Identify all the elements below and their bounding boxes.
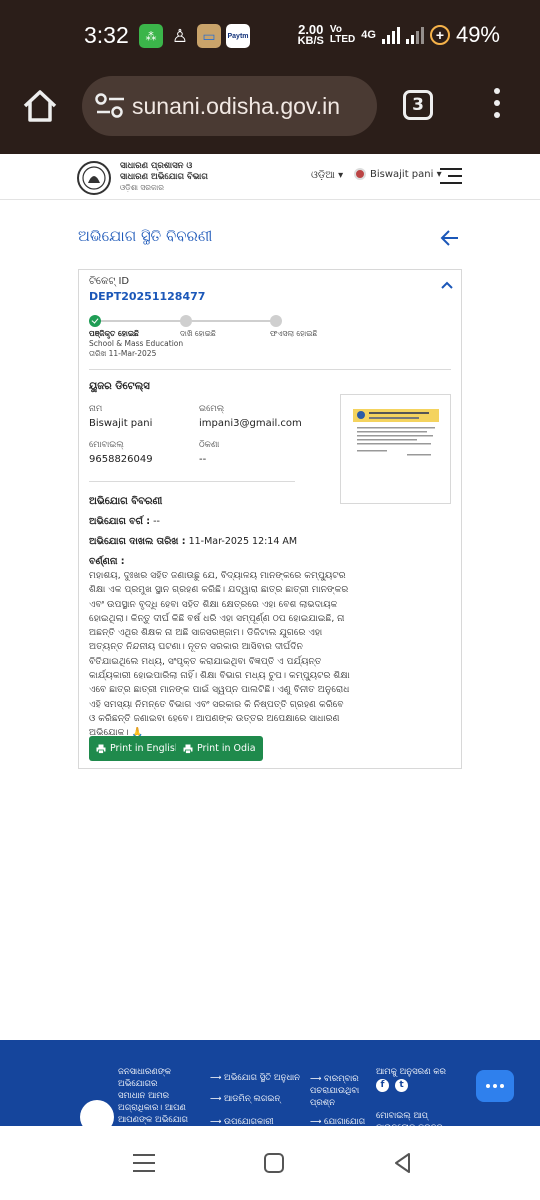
battery-saver-icon: + xyxy=(429,25,450,45)
grievance-category: ଅଭିଯୋଗ ବର୍ଗ : -- xyxy=(89,516,160,527)
url-text: sunani.odisha.gov.in xyxy=(132,92,340,119)
mobile-label: ମୋବାଇଲ୍ xyxy=(89,440,124,450)
page-title: ଅଭିଯୋଗ ସ୍ଥିତି ବିବରଣୀ xyxy=(78,227,213,245)
chevron-up-icon[interactable] xyxy=(440,280,454,290)
site-settings-icon[interactable] xyxy=(94,91,132,121)
back-arrow-icon[interactable] xyxy=(440,228,460,248)
recent-apps-icon[interactable] xyxy=(133,1154,155,1172)
step-resolved: ଫଏସଲା ହୋଇଛି xyxy=(270,329,318,338)
status-stepper: ପଞ୍ଜିକୃତ ହୋଇଛି School & Mass Education ତ… xyxy=(79,315,463,375)
attachment-thumbnail[interactable] xyxy=(340,394,451,504)
grievance-status-card: ଟିକେଟ୍ ID DEPT20251128477 ପଞ୍ଜିକୃତ ହୋଇଛି… xyxy=(78,269,462,769)
step-connector xyxy=(192,320,276,322)
divider xyxy=(89,481,295,482)
footer-link-admin-login[interactable]: ଆଡମିନ୍ ଲଗଇନ୍ xyxy=(210,1094,280,1104)
home-icon[interactable] xyxy=(20,86,60,126)
nav-home-icon[interactable] xyxy=(264,1153,284,1173)
address-value: -- xyxy=(199,454,207,465)
profile-app-icon: ♙ xyxy=(171,25,189,46)
facebook-icon[interactable]: f xyxy=(376,1079,389,1092)
step-registered: ପଞ୍ଜିକୃତ ହୋଇଛି School & Mass Education ତ… xyxy=(89,329,184,358)
amazon-app-icon: ▭ xyxy=(197,24,221,48)
name-value: Biswajit pani xyxy=(89,418,153,429)
site-header: ସାଧାରଣ ପ୍ରଶାସନ ଓ ସାଧାରଣ ଅଭିଯୋଗ ବିଭାଗ ଓଡ଼… xyxy=(0,154,540,200)
ticket-id-value: DEPT20251128477 xyxy=(89,290,206,303)
mobile-value: 9658826049 xyxy=(89,454,153,465)
print-odia-button[interactable]: Print in Odia xyxy=(176,736,263,761)
email-value: impani3@gmail.com xyxy=(199,418,302,429)
printer-icon xyxy=(96,744,106,754)
address-bar[interactable]: sunani.odisha.gov.in xyxy=(82,76,377,136)
battery-level: 49% xyxy=(455,22,500,47)
status-indicators: 2.00 KB/S Vo LTED 4G + 49% xyxy=(298,22,500,48)
org-name-line3: ଓଡ଼ିଶା ସରକାର xyxy=(120,183,164,192)
odisha-emblem-logo[interactable] xyxy=(76,159,112,197)
ticket-id-label: ଟିକେଟ୍ ID xyxy=(89,276,130,287)
status-time: 3:32 xyxy=(84,22,129,48)
chat-app-icon: ⁂ xyxy=(139,24,163,48)
user-name: Biswajit pani ▾ xyxy=(370,168,442,180)
document-preview-image xyxy=(351,403,441,463)
system-nav-bar xyxy=(0,1126,540,1200)
network-speed: 2.00 KB/S xyxy=(297,22,324,47)
more-options-icon[interactable] xyxy=(490,88,504,124)
email-label: ଇମେଲ୍ xyxy=(199,404,225,414)
avatar xyxy=(354,168,366,180)
step-pending-icon xyxy=(180,315,192,327)
user-details-heading: ୟୁଜର ଡିଟେଲ୍ସ xyxy=(89,381,150,392)
network-type: 4G xyxy=(361,29,376,41)
social-links: f t xyxy=(376,1079,408,1092)
step-submitted: ଦାଖି ହୋଇଛି xyxy=(180,329,216,338)
step-connector xyxy=(95,320,186,322)
hamburger-menu-icon[interactable] xyxy=(440,168,462,186)
chat-bubble-icon[interactable] xyxy=(476,1070,514,1102)
tab-switcher-button[interactable]: 3 xyxy=(403,90,433,120)
grievance-details-heading: ଅଭିଯୋଗ ବିବରଣୀ xyxy=(89,496,163,507)
grievance-description: ମହାଶୟ, ଦୁଃଖର ସହିତ ଜଣାଉଛୁ ଯେ, ବିଦ୍ୟାଳୟ ମା… xyxy=(89,570,350,739)
description-label: ବର୍ଣ୍ଣନା : xyxy=(89,556,125,567)
browser-toolbar: sunani.odisha.gov.in 3 xyxy=(0,70,540,154)
user-menu[interactable]: Biswajit pani ▾ xyxy=(354,168,442,180)
footer-tagline: ଜନସାଧାରଣଙ୍କ ଅଭିଯୋଗର ସମାଧାନ ଆମର ଅଗ୍ରାଧିକା… xyxy=(118,1067,189,1125)
org-name-line1: ସାଧାରଣ ପ୍ରଶାସନ ଓ xyxy=(120,161,193,171)
address-label: ଠିକଣା xyxy=(199,440,220,450)
nav-back-icon[interactable] xyxy=(392,1152,414,1174)
twitter-icon[interactable]: t xyxy=(395,1079,408,1092)
divider xyxy=(89,369,451,370)
step-done-icon xyxy=(89,315,101,327)
org-name-line2: ସାଧାରଣ ଅଭିଯୋଗ ବିଭାଗ xyxy=(120,172,208,182)
step-pending-icon xyxy=(270,315,282,327)
footer-link-track-status[interactable]: ଅଭିଯୋଗ ସ୍ଥିତି ଅନୁଧାନ xyxy=(210,1073,300,1083)
volte-indicator: Vo LTED xyxy=(329,24,356,45)
footer-link-faq[interactable]: ବାରମ୍ବାର ପଚରାଯାଉଥିବା ପ୍ରଶ୍ନ xyxy=(310,1073,370,1109)
follow-us-label: ଆମକୁ ଅନୁସରଣ କର xyxy=(376,1067,446,1077)
language-dropdown[interactable]: ଓଡ଼ିଆ ▾ xyxy=(311,170,343,181)
status-bar: 3:32 ⁂ ♙ ▭ Paytm 2.00 KB/S Vo LTED 4G + … xyxy=(0,0,540,70)
name-label: ନାମ xyxy=(89,404,103,414)
print-english-button[interactable]: Print in English xyxy=(89,736,188,761)
signal-icon-1 xyxy=(381,26,400,44)
grievance-date: ଅଭିଯୋଗ ଦାଖଲ ତାରିଖ : 11-Mar-2025 12:14 AM xyxy=(89,536,298,547)
paytm-app-icon: Paytm xyxy=(226,24,250,48)
printer-icon xyxy=(183,744,193,754)
signal-icon-2 xyxy=(405,26,424,44)
site-footer: ଜନସାଧାରଣଙ୍କ ଅଭିଯୋଗର ସମାଧାନ ଆମର ଅଗ୍ରାଧିକା… xyxy=(0,1040,540,1132)
